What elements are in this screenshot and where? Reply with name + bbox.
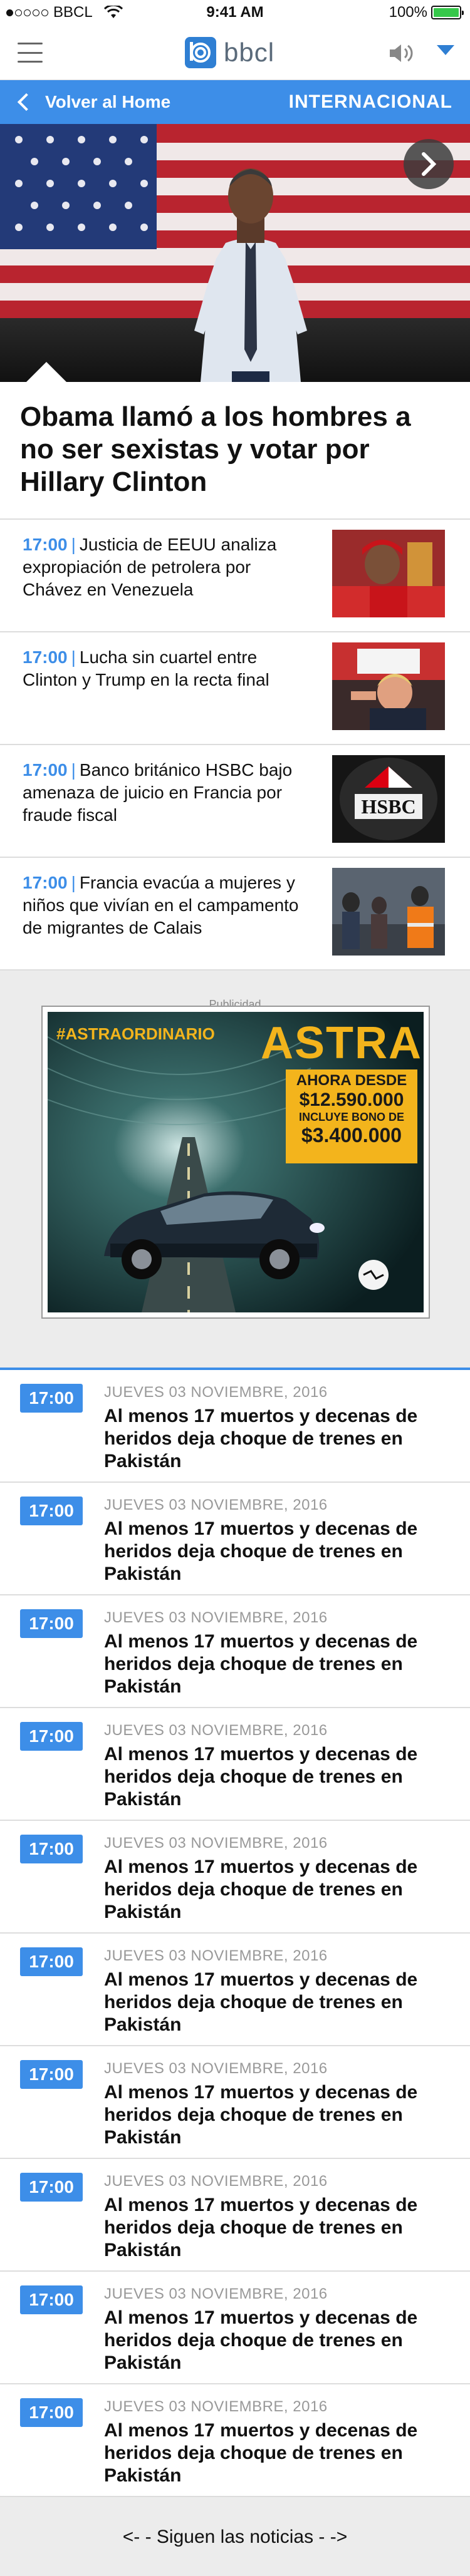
news-thumbnail[interactable] [332, 868, 445, 956]
news-time: 17:00 [23, 535, 68, 554]
time-badge: 17:00 [20, 1609, 83, 1638]
news-text: 17:00 | Banco británico HSBC bajo amenaza … [23, 759, 311, 827]
ad-line3: INCLUYE BONO DE [298, 1111, 404, 1123]
logo-icon [185, 37, 216, 68]
news-separator: | [71, 873, 76, 892]
hero-image[interactable] [0, 124, 470, 382]
battery-percent: 100% [389, 4, 427, 21]
timeline-item[interactable]: 17:00 JUEVES 03 NOVIEMBRE, 2016 Al menos… [0, 2046, 470, 2159]
item-title: Al menos 17 muertos y decenas de heridos… [104, 1969, 418, 2035]
time-badge: 17:00 [20, 1722, 83, 1751]
time-badge: 17:00 [20, 1947, 83, 1976]
news-time: 17:00 [23, 760, 68, 780]
battery-info: 100% [389, 4, 464, 21]
item-title: Al menos 17 muertos y decenas de heridos… [104, 1406, 418, 1471]
logo[interactable]: bbcl [185, 34, 274, 71]
news-list: 17:00 | Justicia de EEUU analiza expropiac… [0, 520, 470, 971]
hamburger-icon[interactable] [18, 43, 43, 63]
item-title: Al menos 17 muertos y decenas de heridos… [104, 2195, 418, 2260]
item-date: JUEVES 03 NOVIEMBRE, 2016 [104, 2398, 328, 2415]
item-date: JUEVES 03 NOVIEMBRE, 2016 [104, 1384, 328, 1401]
news-separator: | [71, 647, 76, 667]
item-date: JUEVES 03 NOVIEMBRE, 2016 [104, 1609, 328, 1626]
news-thumbnail[interactable] [332, 530, 445, 617]
timeline-item[interactable]: 17:00 JUEVES 03 NOVIEMBRE, 2016 Al menos… [0, 1934, 470, 2046]
item-date: JUEVES 03 NOVIEMBRE, 2016 [104, 2173, 328, 2190]
back-label: Volver al Home [45, 92, 171, 111]
news-thumbnail[interactable]: HSBC [332, 755, 445, 843]
speaker-icon[interactable] [389, 43, 417, 64]
chevron-left-icon [17, 93, 36, 111]
timeline-item[interactable]: 17:00 JUEVES 03 NOVIEMBRE, 2016 Al menos… [0, 1708, 470, 1821]
hero-notch [25, 362, 68, 383]
item-date: JUEVES 03 NOVIEMBRE, 2016 [104, 1497, 328, 1513]
item-title: Al menos 17 muertos y decenas de heridos… [104, 2420, 418, 2486]
ad-hashtag: #ASTRAORDINARIO [56, 1024, 215, 1043]
news-time: 17:00 [23, 873, 68, 892]
time-badge: 17:00 [20, 1384, 83, 1413]
news-item[interactable]: 17:00 | Banco británico HSBC bajo amenaza … [0, 745, 470, 858]
section-bar: Volver al Home INTERNACIONAL [0, 80, 470, 124]
timeline-item[interactable]: 17:00 JUEVES 03 NOVIEMBRE, 2016 Al menos… [0, 2272, 470, 2384]
hero-headline[interactable]: Obama llamó a los hombres a no ser sexis… [0, 382, 470, 520]
svg-text:HSBC: HSBC [361, 795, 415, 818]
timeline-list: 17:00 JUEVES 03 NOVIEMBRE, 2016 Al menos… [0, 1370, 470, 2497]
news-separator: | [71, 535, 76, 554]
item-title: Al menos 17 muertos y decenas de heridos… [104, 1744, 418, 1810]
time-badge: 17:00 [20, 2060, 83, 2089]
battery-icon [431, 6, 464, 19]
ad-line1: AHORA DESDE [296, 1072, 407, 1089]
ad-zone: Publicidad #ASTRAORDINARIO ASTRA AHORA D… [0, 971, 470, 1368]
ad-bonus: $3.400.000 [301, 1124, 402, 1146]
news-time: 17:00 [23, 647, 68, 667]
timeline-item[interactable]: 17:00 JUEVES 03 NOVIEMBRE, 2016 Al menos… [0, 1595, 470, 1708]
ad-brand: ASTRA [261, 1018, 422, 1068]
section-title: INTERNACIONAL [288, 91, 452, 112]
time-badge: 17:00 [20, 1835, 83, 1863]
news-item[interactable]: 17:00 | Francia evacúa a mujeres y niños q… [0, 858, 470, 971]
item-title: Al menos 17 muertos y decenas de heridos… [104, 1518, 418, 1584]
timeline-item[interactable]: 17:00 JUEVES 03 NOVIEMBRE, 2016 Al menos… [0, 1821, 470, 1934]
item-title: Al menos 17 muertos y decenas de heridos… [104, 2307, 418, 2373]
news-text: 17:00 | Justicia de EEUU analiza expropiac… [23, 533, 311, 601]
status-bar: BBCL 9:41 AM 100% [0, 0, 470, 25]
more-news-link[interactable]: <- - Siguen las noticias - -> [0, 2498, 470, 2576]
time-badge: 17:00 [20, 2398, 83, 2427]
timeline-item[interactable]: 17:00 JUEVES 03 NOVIEMBRE, 2016 Al menos… [0, 2384, 470, 2497]
item-title: Al menos 17 muertos y decenas de heridos… [104, 1631, 418, 1697]
news-item[interactable]: 17:00 | Justicia de EEUU analiza expropiac… [0, 520, 470, 632]
chevron-right-icon[interactable] [404, 139, 454, 189]
item-title: Al menos 17 muertos y decenas de heridos… [104, 2082, 418, 2148]
news-thumbnail[interactable] [332, 642, 445, 730]
item-date: JUEVES 03 NOVIEMBRE, 2016 [104, 2285, 328, 2302]
item-date: JUEVES 03 NOVIEMBRE, 2016 [104, 1835, 328, 1852]
item-title: Al menos 17 muertos y decenas de heridos… [104, 1857, 418, 1922]
timeline-item[interactable]: 17:00 JUEVES 03 NOVIEMBRE, 2016 Al menos… [0, 1370, 470, 1483]
ad-image: #ASTRAORDINARIO ASTRA AHORA DESDE $12.59… [48, 1012, 424, 1312]
time-badge: 17:00 [20, 2173, 83, 2202]
news-item[interactable]: 17:00 | Lucha sin cuartel entre Clinton y … [0, 632, 470, 745]
time-badge: 17:00 [20, 1497, 83, 1525]
ad-price: $12.590.000 [299, 1090, 404, 1110]
timeline-item[interactable]: 17:00 JUEVES 03 NOVIEMBRE, 2016 Al menos… [0, 1483, 470, 1595]
app-header: bbcl [0, 25, 470, 80]
news-separator: | [71, 760, 76, 780]
ad-price-box: AHORA DESDE $12.590.000 INCLUYE BONO DE … [286, 1069, 417, 1163]
item-date: JUEVES 03 NOVIEMBRE, 2016 [104, 1947, 328, 1964]
item-date: JUEVES 03 NOVIEMBRE, 2016 [104, 1722, 328, 1739]
back-to-home-link[interactable]: Volver al Home [15, 80, 170, 124]
caret-down-icon[interactable] [437, 45, 454, 55]
time-badge: 17:00 [20, 2285, 83, 2314]
item-date: JUEVES 03 NOVIEMBRE, 2016 [104, 2060, 328, 2077]
hero-photo [0, 124, 470, 382]
timeline-item[interactable]: 17:00 JUEVES 03 NOVIEMBRE, 2016 Al menos… [0, 2159, 470, 2272]
logo-text: bbcl [224, 38, 275, 67]
ad-banner[interactable]: #ASTRAORDINARIO ASTRA AHORA DESDE $12.59… [41, 1006, 430, 1319]
news-text: 17:00 | Lucha sin cuartel entre Clinton y … [23, 646, 311, 691]
news-text: 17:00 | Francia evacúa a mujeres y niños q… [23, 872, 311, 939]
